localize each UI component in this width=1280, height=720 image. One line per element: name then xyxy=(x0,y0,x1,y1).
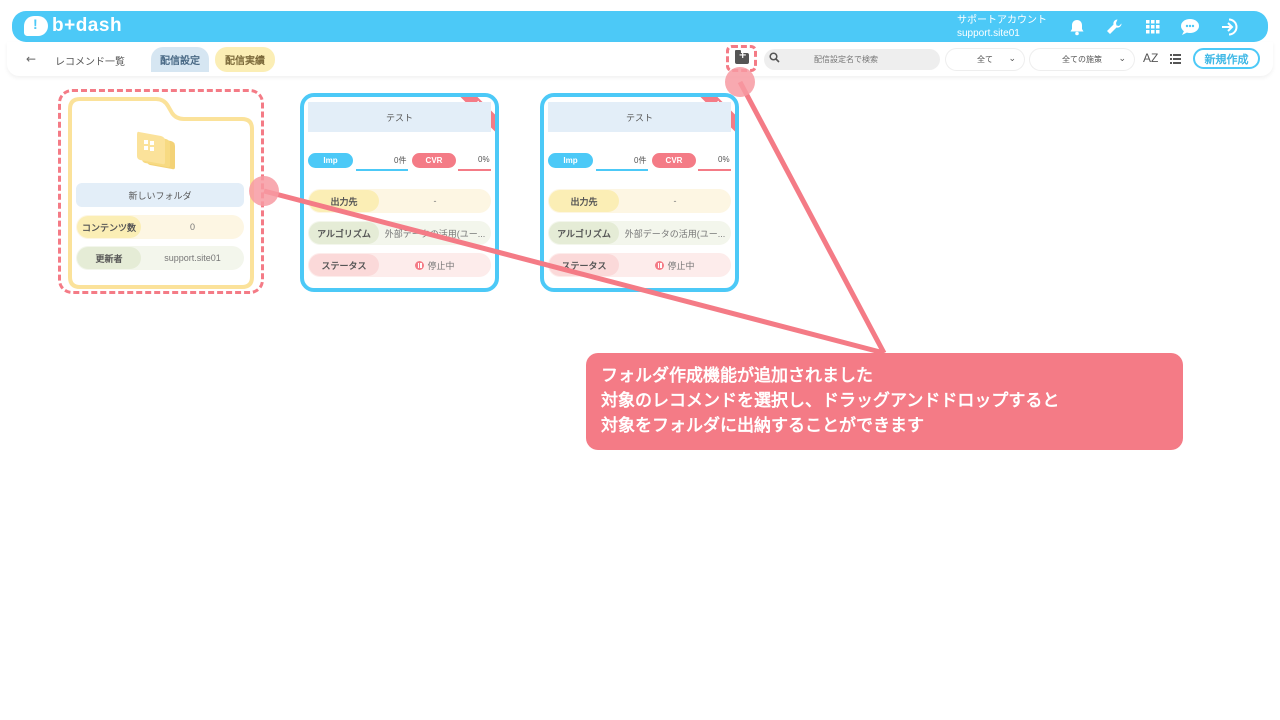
card-metrics: Imp 0件 CVR 0% xyxy=(548,153,733,171)
logo-text: b+dash xyxy=(52,15,123,36)
logo[interactable]: b+dash xyxy=(24,15,122,37)
sort-az-icon[interactable]: AZ xyxy=(1143,51,1158,65)
pause-icon xyxy=(655,260,665,270)
status-filter-value: 全て xyxy=(977,55,993,64)
bell-icon[interactable] xyxy=(1066,16,1088,38)
wrench-icon[interactable] xyxy=(1103,16,1125,38)
search-icon xyxy=(769,52,780,63)
card-row-output: 出力先 - xyxy=(308,189,491,213)
grid-icon[interactable] xyxy=(1142,16,1164,38)
cvr-value: 0% xyxy=(478,155,490,164)
card-row-algorithm: アルゴリズム 外部データの活用(ユー... xyxy=(548,221,731,245)
cvr-underline xyxy=(458,169,491,171)
card-title: テスト xyxy=(548,102,731,132)
imp-underline xyxy=(596,169,648,171)
card-row-label: アルゴリズム xyxy=(309,222,379,244)
folder-row-value: support.site01 xyxy=(164,253,221,263)
annotation-callout: フォルダ作成機能が追加されました 対象のレコメンドを選択し、ドラッグアンドドロッ… xyxy=(586,353,1183,450)
back-arrow-icon[interactable]: ← xyxy=(26,52,36,66)
account-info[interactable]: サポートアカウント support.site01 xyxy=(957,14,1047,40)
chevron-down-icon: ⌄ xyxy=(1008,53,1016,63)
logo-bubble-icon xyxy=(24,16,48,36)
account-name: サポートアカウント xyxy=(957,15,1047,26)
card-row-status: ステータス 停止中 xyxy=(308,253,491,277)
imp-value: 0件 xyxy=(634,156,647,165)
app-page: b+dash サポートアカウント support.site01 ← レコメンド一… xyxy=(0,0,1280,720)
folder-title[interactable]: 新しいフォルダ xyxy=(76,183,244,207)
card-row-value: - xyxy=(673,196,677,206)
card-row-label: ステータス xyxy=(549,254,619,276)
card-title: テスト xyxy=(308,102,491,132)
list-view-icon[interactable] xyxy=(1170,54,1181,64)
card-row-value: 外部データの活用(ユー... xyxy=(384,228,486,239)
folder-row-label: 更新者 xyxy=(77,247,141,269)
card-row-value: 停止中 xyxy=(619,259,731,272)
status-text: 停止中 xyxy=(667,260,695,271)
imp-value: 0件 xyxy=(394,156,407,165)
breadcrumb[interactable]: レコメンド一覧 xyxy=(55,53,125,68)
card-row-output: 出力先 - xyxy=(548,189,731,213)
folder-row-value: 0 xyxy=(189,222,195,232)
callout-line: 対象のレコメンドを選択し、ドラッグアンドドロップすると xyxy=(601,391,1060,411)
card-row-algorithm: アルゴリズム 外部データの活用(ユー... xyxy=(308,221,491,245)
folder-row-label: コンテンツ数 xyxy=(77,216,141,238)
card-row-value: - xyxy=(433,196,437,206)
card-row-label: 出力先 xyxy=(309,190,379,212)
card-row-status: ステータス 停止中 xyxy=(548,253,731,277)
folder-row-contents: コンテンツ数 0 xyxy=(76,215,244,239)
new-create-button[interactable]: 新規作成 xyxy=(1193,48,1260,69)
recommend-card-1[interactable]: NEW テスト Imp 0件 CVR 0% 出力先 - アルゴリズム 外部データ… xyxy=(300,93,499,292)
tab-delivery-settings[interactable]: 配信設定 xyxy=(151,47,209,72)
card-row-label: 出力先 xyxy=(549,190,619,212)
card-row-label: アルゴリズム xyxy=(549,222,619,244)
status-filter-select[interactable]: 全て ⌄ xyxy=(946,49,1024,70)
card-metrics: Imp 0件 CVR 0% xyxy=(308,153,493,171)
cvr-badge: CVR xyxy=(652,153,696,168)
folder-plus-icon xyxy=(734,50,749,64)
create-folder-button[interactable] xyxy=(726,45,757,72)
cvr-underline xyxy=(698,169,731,171)
status-text: 停止中 xyxy=(427,260,455,271)
card-row-label: ステータス xyxy=(309,254,379,276)
chevron-down-icon: ⌄ xyxy=(1118,53,1126,63)
callout-line: 対象をフォルダに出納することができます xyxy=(601,416,924,436)
account-id: support.site01 xyxy=(957,28,1020,39)
search-input[interactable] xyxy=(764,49,940,70)
top-bar: b+dash サポートアカウント support.site01 xyxy=(12,11,1268,42)
folder-row-updater: 更新者 support.site01 xyxy=(76,246,244,270)
logout-icon[interactable] xyxy=(1219,16,1241,38)
annotation-line-button xyxy=(737,80,887,355)
recommend-card-2[interactable]: NEW テスト Imp 0件 CVR 0% 出力先 - アルゴリズム 外部データ… xyxy=(540,93,739,292)
imp-underline xyxy=(356,169,408,171)
tab-delivery-results[interactable]: 配信実績 xyxy=(215,47,275,72)
pause-icon xyxy=(415,260,425,270)
imp-badge: Imp xyxy=(548,153,593,168)
campaign-filter-select[interactable]: 全ての施策 ⌄ xyxy=(1030,49,1134,70)
cvr-badge: CVR xyxy=(412,153,456,168)
card-row-value: 外部データの活用(ユー... xyxy=(624,228,726,239)
imp-badge: Imp xyxy=(308,153,353,168)
card-row-value: 停止中 xyxy=(379,259,491,272)
callout-line: フォルダ作成機能が追加されました xyxy=(601,366,873,386)
campaign-filter-value: 全ての施策 xyxy=(1062,55,1102,64)
folder-stack-icon xyxy=(137,131,175,170)
chat-icon[interactable] xyxy=(1179,16,1201,38)
cvr-value: 0% xyxy=(718,155,730,164)
